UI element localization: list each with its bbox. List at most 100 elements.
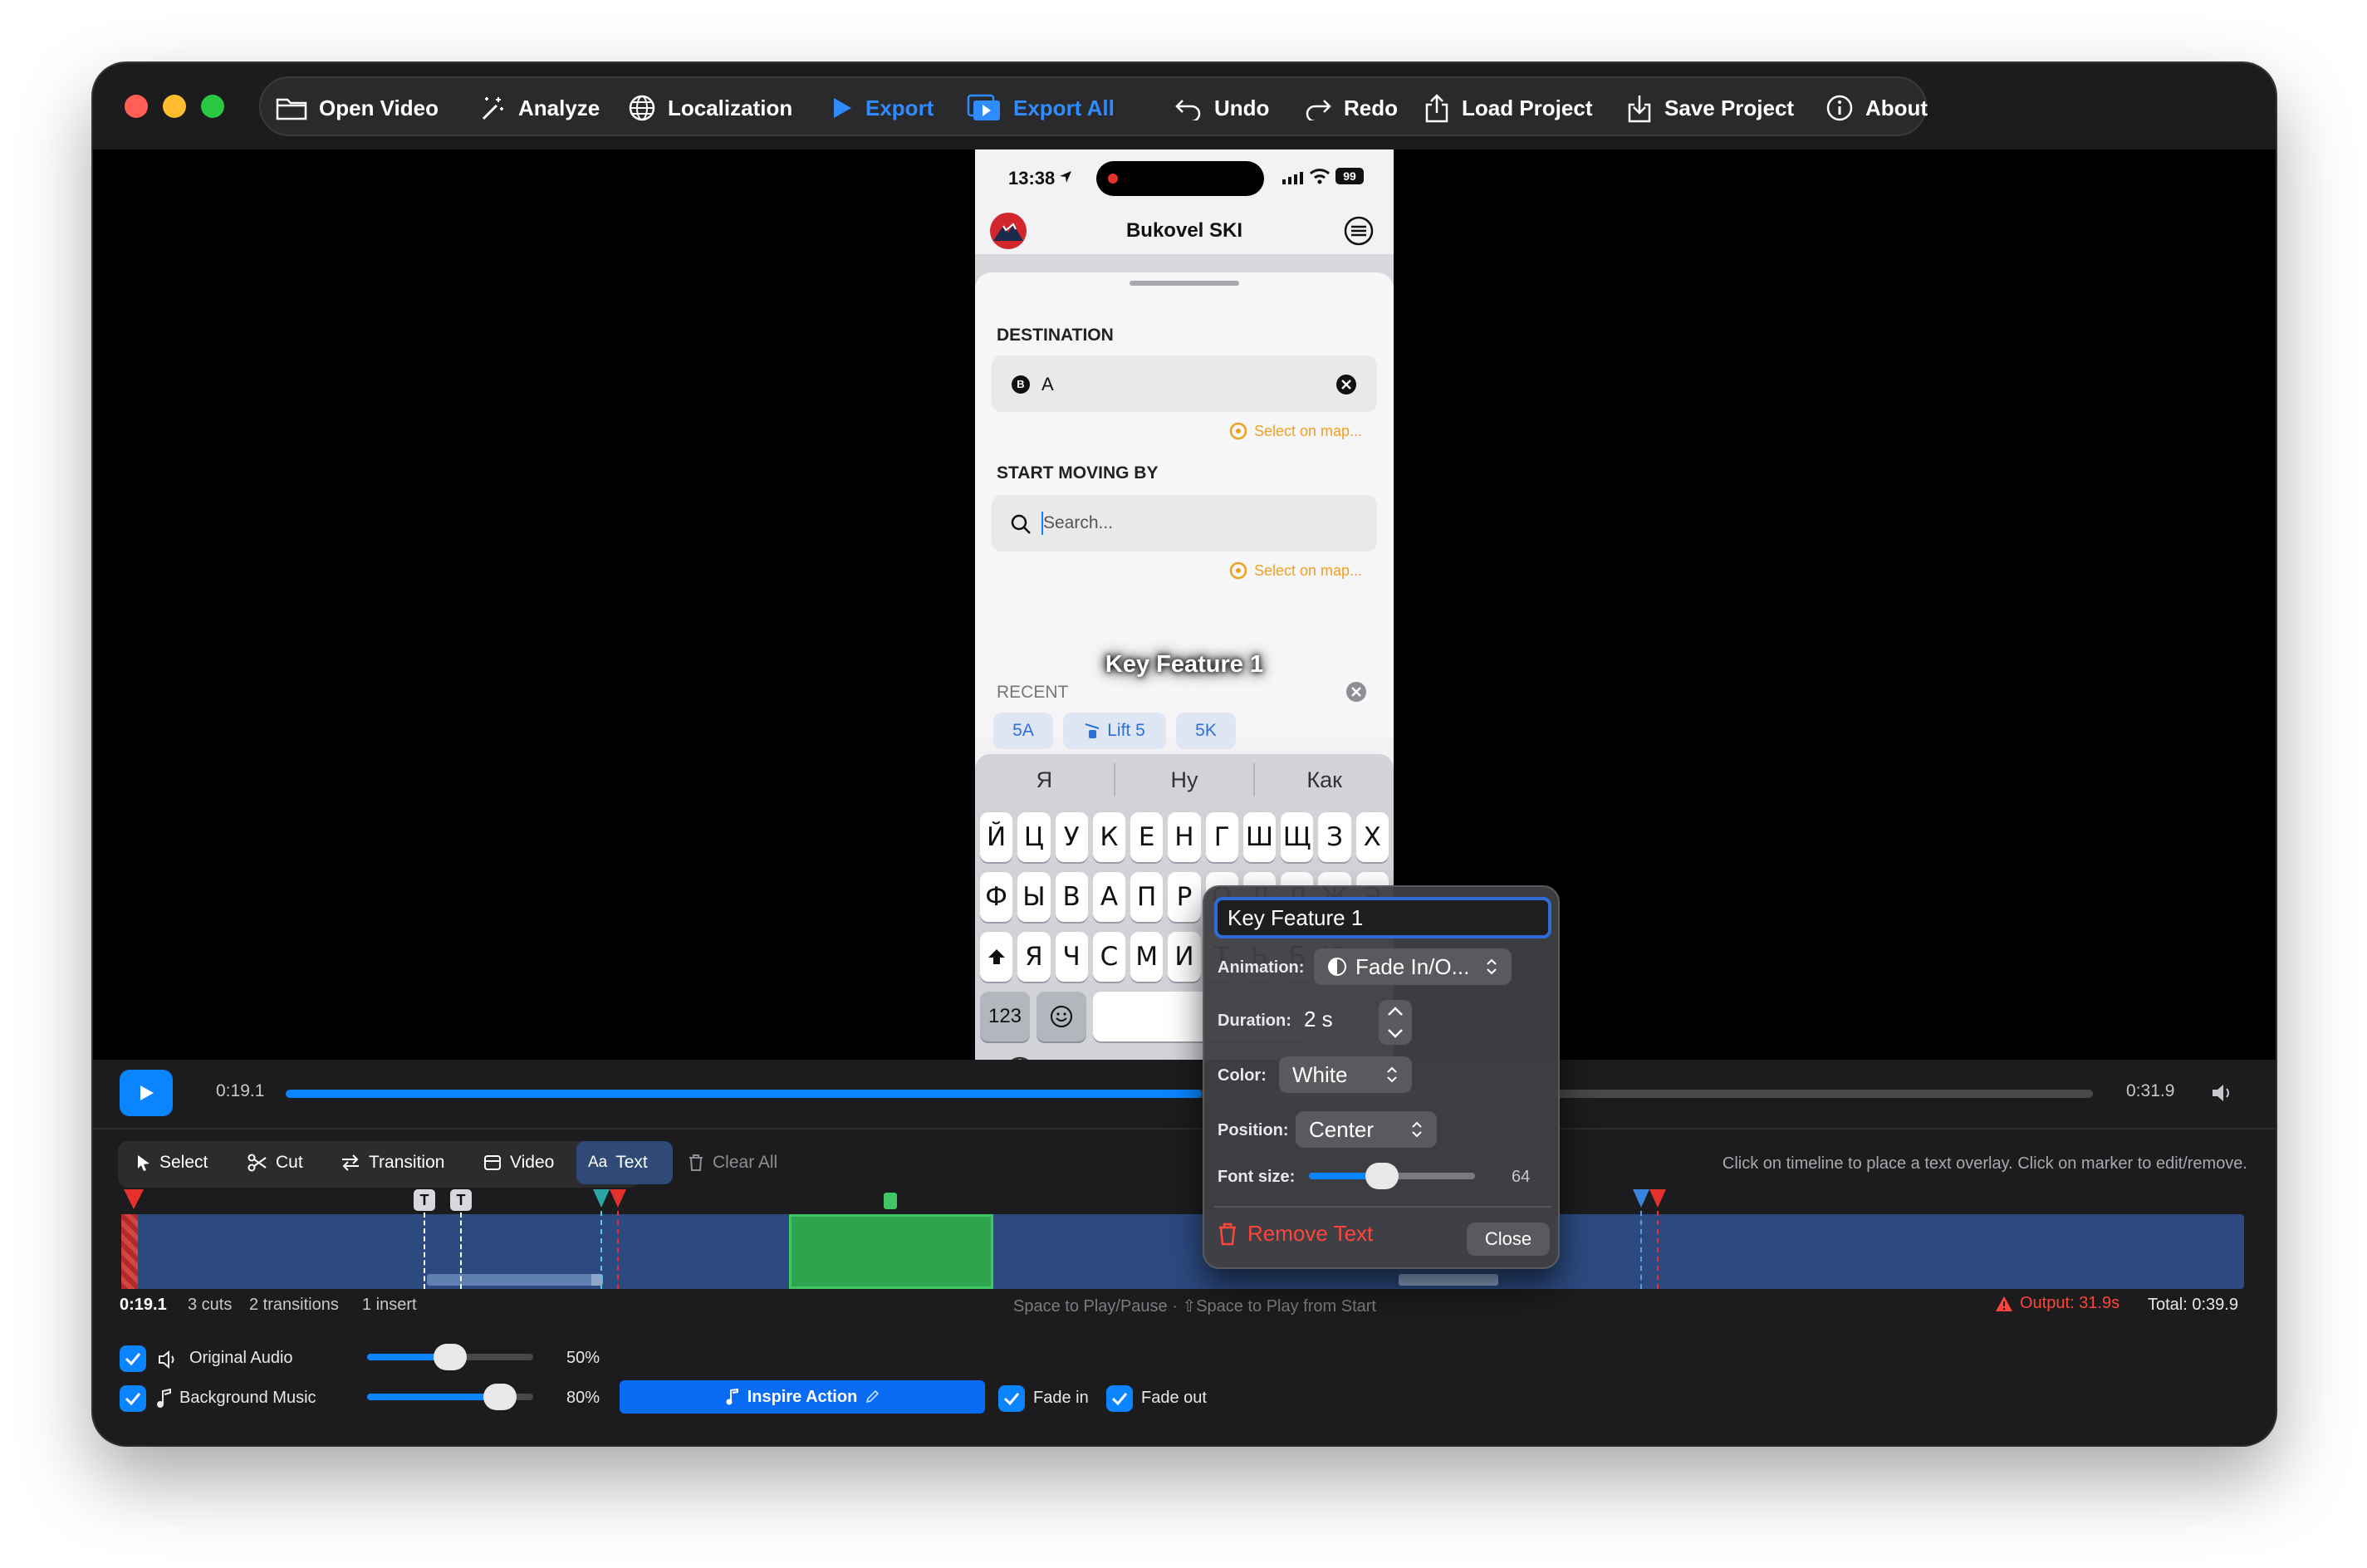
suggestion-item[interactable]: Ну	[1115, 754, 1254, 806]
timeline-track[interactable]	[121, 1214, 2244, 1289]
key[interactable]: Я	[1017, 932, 1051, 982]
sheet-grabber[interactable]	[1130, 281, 1239, 286]
chevron-down-icon[interactable]	[1385, 1025, 1405, 1041]
volume-icon[interactable]	[2211, 1083, 2234, 1103]
emoji-key[interactable]	[1036, 992, 1086, 1041]
key[interactable]: М	[1130, 932, 1164, 982]
transition-marker[interactable]	[591, 1188, 628, 1294]
cut-tool-button[interactable]: Cut	[247, 1141, 303, 1184]
position-select[interactable]: Center	[1296, 1111, 1437, 1148]
select-tool-button[interactable]: Select	[136, 1141, 208, 1184]
numbers-key[interactable]: 123	[980, 992, 1030, 1041]
redo-button[interactable]: Redo	[1304, 78, 1398, 138]
about-button[interactable]: About	[1825, 78, 1928, 138]
font-size-slider-knob[interactable]	[1365, 1163, 1399, 1189]
search-icon	[1011, 514, 1031, 534]
background-music-checkbox[interactable]	[120, 1385, 146, 1412]
play-button[interactable]	[120, 1070, 173, 1116]
key[interactable]: С	[1092, 932, 1126, 982]
key[interactable]: Ч	[1055, 932, 1088, 982]
key[interactable]: А	[1092, 872, 1126, 922]
emoji-icon	[1051, 1006, 1072, 1027]
key[interactable]: Ы	[1017, 872, 1051, 922]
save-project-button[interactable]: Save Project	[1626, 78, 1794, 138]
original-audio-checkbox[interactable]	[120, 1345, 146, 1372]
color-select[interactable]: White	[1279, 1056, 1412, 1093]
insert-marker[interactable]	[884, 1193, 897, 1209]
chevron-up-icon[interactable]	[1385, 1003, 1405, 1020]
recent-chip[interactable]: Lift 5	[1063, 713, 1166, 749]
key[interactable]: К	[1092, 812, 1126, 862]
animation-select[interactable]: Fade In/O...	[1314, 948, 1512, 985]
text-marker[interactable]: T	[450, 1189, 472, 1211]
suggestion-bar: Я Ну Как	[975, 754, 1394, 806]
clear-destination-icon[interactable]	[1335, 374, 1357, 395]
start-moving-label: START MOVING BY	[997, 463, 1159, 483]
music-track-button[interactable]: Inspire Action	[620, 1380, 985, 1414]
clear-all-button[interactable]: Clear All	[688, 1141, 777, 1184]
key-row-1: Й Ц У К Е Н Г Ш Щ З Х	[980, 812, 1389, 862]
transition-tool-button[interactable]: Transition	[341, 1141, 444, 1184]
key[interactable]: Щ	[1281, 812, 1314, 862]
key[interactable]: Ц	[1017, 812, 1051, 862]
clear-recent-icon[interactable]	[1345, 681, 1367, 703]
export-all-button[interactable]: Export All	[967, 78, 1115, 138]
video-preview[interactable]: 13:38 99 Bukovel SKI DESTINATION B A Sel…	[93, 149, 2276, 1060]
destination-field[interactable]: B A	[992, 355, 1377, 412]
original-audio-slider-knob[interactable]	[434, 1344, 467, 1370]
shift-key[interactable]	[980, 932, 1013, 982]
key[interactable]: Ф	[980, 872, 1013, 922]
analyze-button[interactable]: Analyze	[478, 78, 600, 138]
select-on-map-link-2[interactable]: Select on map...	[1229, 561, 1362, 580]
close-popover-button[interactable]: Close	[1467, 1223, 1550, 1256]
original-audio-slider[interactable]	[367, 1344, 533, 1370]
zoom-window-button[interactable]	[201, 95, 224, 118]
remove-text-button[interactable]: Remove Text	[1218, 1221, 1373, 1247]
recording-dot	[1108, 174, 1118, 184]
duration-stepper[interactable]	[1379, 1000, 1412, 1045]
minimize-window-button[interactable]	[163, 95, 186, 118]
text-marker[interactable]: T	[414, 1189, 435, 1211]
close-window-button[interactable]	[125, 95, 148, 118]
open-video-button[interactable]: Open Video	[276, 78, 439, 138]
key[interactable]: З	[1318, 812, 1351, 862]
suggestion-item[interactable]: Я	[975, 754, 1114, 806]
background-music-slider-knob[interactable]	[483, 1384, 517, 1410]
key[interactable]: П	[1130, 872, 1164, 922]
key[interactable]: Р	[1168, 872, 1201, 922]
export-button[interactable]: Export	[831, 78, 934, 138]
key[interactable]: У	[1055, 812, 1088, 862]
fade-in-checkbox[interactable]	[998, 1385, 1025, 1412]
search-placeholder: Search...	[1043, 513, 1114, 532]
load-project-button[interactable]: Load Project	[1424, 78, 1592, 138]
key[interactable]: Ш	[1242, 812, 1277, 862]
key[interactable]: Н	[1168, 812, 1201, 862]
undo-button[interactable]: Undo	[1174, 78, 1269, 138]
recent-chip[interactable]: 5A	[993, 713, 1053, 749]
recent-chip[interactable]: 5K	[1176, 713, 1236, 749]
select-on-map-link-1[interactable]: Select on map...	[1229, 422, 1362, 440]
localization-button[interactable]: Localization	[628, 78, 792, 138]
text-overlay-preview[interactable]: Key Feature 1	[975, 651, 1394, 679]
text-tool-button[interactable]: Aa Text	[576, 1141, 673, 1184]
key[interactable]: Х	[1355, 812, 1389, 862]
overlay-text-input[interactable]: Key Feature 1	[1214, 897, 1551, 938]
font-size-slider[interactable]	[1309, 1163, 1475, 1189]
key[interactable]: Е	[1130, 812, 1164, 862]
progress-track[interactable]	[286, 1090, 2093, 1098]
background-music-slider[interactable]	[367, 1384, 533, 1410]
key[interactable]: Г	[1205, 812, 1238, 862]
insert-clip[interactable]	[789, 1214, 993, 1289]
location-arrow-icon	[1060, 171, 1071, 183]
key[interactable]: И	[1168, 932, 1201, 982]
trim-start-marker[interactable]	[121, 1188, 146, 1294]
menu-icon[interactable]	[1342, 214, 1375, 247]
start-search-field[interactable]: Search...	[992, 495, 1377, 551]
chevron-updown-icon	[1412, 1121, 1422, 1138]
key[interactable]: Й	[980, 812, 1013, 862]
fade-out-checkbox[interactable]	[1106, 1385, 1133, 1412]
key[interactable]: В	[1055, 872, 1088, 922]
transition-marker[interactable]	[1631, 1188, 1668, 1294]
video-tool-button[interactable]: Video	[483, 1141, 554, 1184]
suggestion-item[interactable]: Как	[1255, 754, 1394, 806]
